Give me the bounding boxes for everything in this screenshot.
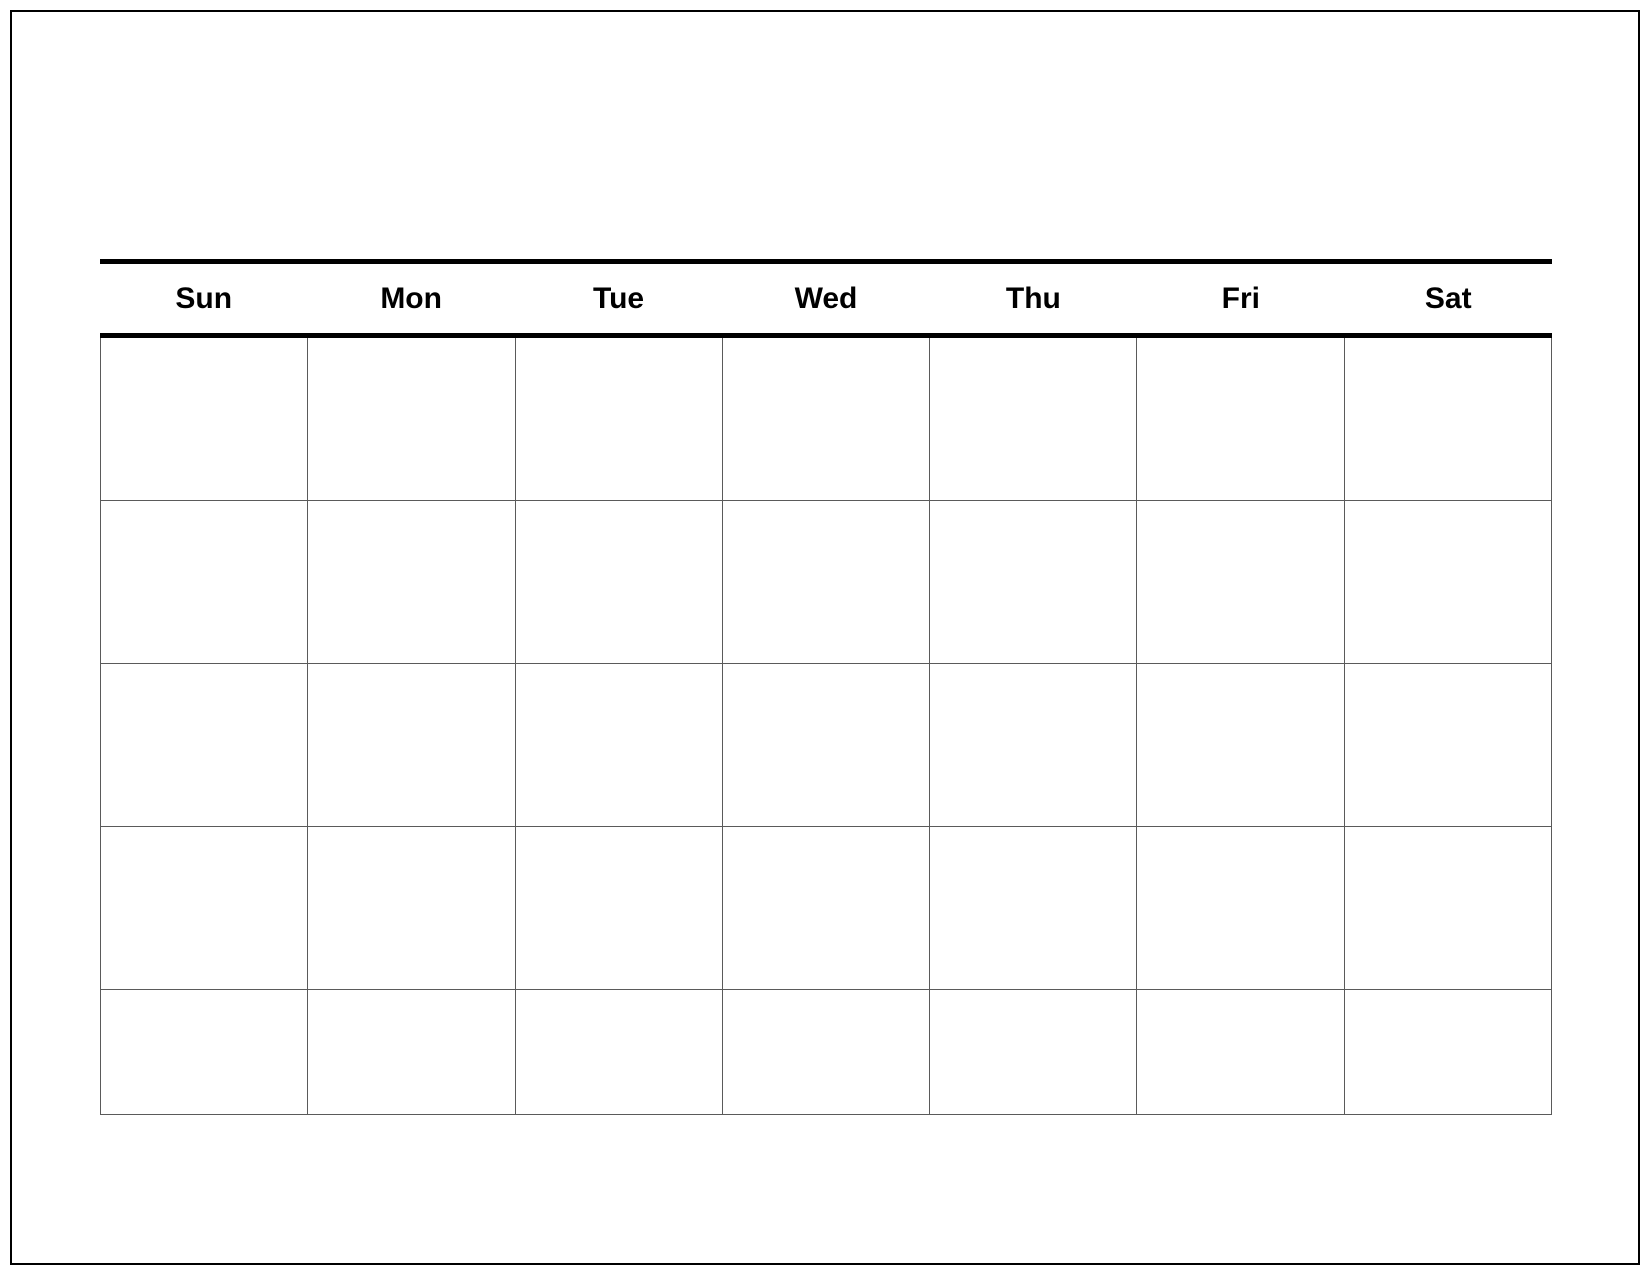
calendar-grid (100, 338, 1552, 1153)
calendar: Sun Mon Tue Wed Thu Fri Sat (100, 259, 1552, 1153)
calendar-cell (516, 990, 723, 1115)
calendar-cell (516, 501, 723, 664)
calendar-cell (516, 338, 723, 501)
calendar-cell (1137, 664, 1344, 827)
calendar-cell (308, 338, 515, 501)
calendar-row (100, 990, 1552, 1153)
day-header-tue: Tue (515, 264, 722, 333)
calendar-row (100, 338, 1552, 501)
calendar-row (100, 827, 1552, 990)
calendar-cell (1345, 827, 1552, 990)
calendar-cell (1345, 501, 1552, 664)
calendar-cell (1137, 990, 1344, 1115)
calendar-cell (723, 827, 930, 990)
calendar-cell (100, 990, 308, 1115)
day-header-fri: Fri (1137, 264, 1344, 333)
calendar-cell (930, 990, 1137, 1115)
calendar-cell (930, 338, 1137, 501)
calendar-cell (516, 664, 723, 827)
calendar-cell (930, 664, 1137, 827)
calendar-cell (308, 990, 515, 1115)
calendar-cell (1137, 338, 1344, 501)
calendar-row (100, 501, 1552, 664)
calendar-cell (100, 338, 308, 501)
day-header-wed: Wed (722, 264, 929, 333)
calendar-cell (100, 501, 308, 664)
day-header-thu: Thu (930, 264, 1137, 333)
calendar-cell (100, 827, 308, 990)
calendar-cell (516, 827, 723, 990)
day-header-mon: Mon (307, 264, 514, 333)
calendar-cell (1345, 990, 1552, 1115)
calendar-cell (308, 664, 515, 827)
calendar-cell (1137, 501, 1344, 664)
calendar-cell (723, 501, 930, 664)
calendar-cell (930, 827, 1137, 990)
calendar-cell (308, 827, 515, 990)
calendar-cell (308, 501, 515, 664)
calendar-cell (930, 501, 1137, 664)
calendar-row (100, 664, 1552, 827)
calendar-header-row: Sun Mon Tue Wed Thu Fri Sat (100, 264, 1552, 338)
calendar-cell (1345, 664, 1552, 827)
calendar-cell (1137, 827, 1344, 990)
calendar-cell (723, 338, 930, 501)
calendar-cell (723, 990, 930, 1115)
calendar-cell (1345, 338, 1552, 501)
day-header-sat: Sat (1345, 264, 1552, 333)
calendar-cell (100, 664, 308, 827)
day-header-sun: Sun (100, 264, 307, 333)
calendar-cell (723, 664, 930, 827)
